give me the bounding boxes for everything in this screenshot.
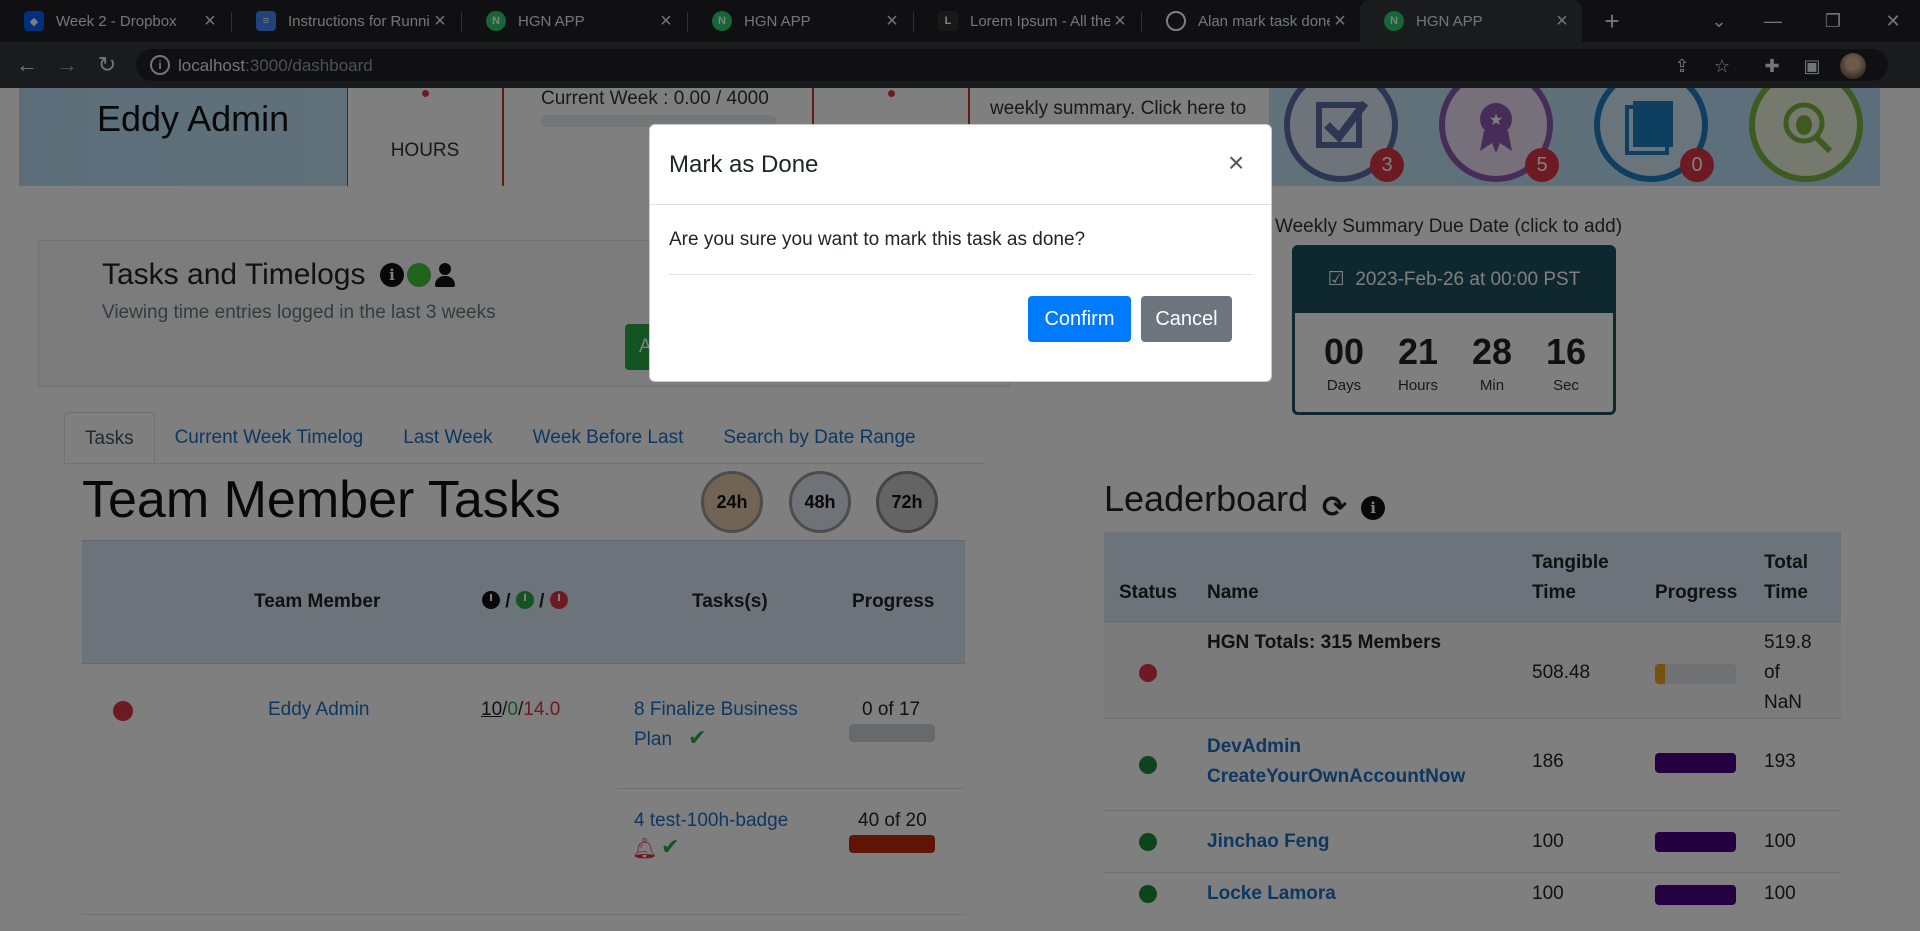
confirm-button[interactable]: Confirm (1028, 296, 1131, 342)
modal-message: Are you sure you want to mark this task … (669, 229, 1086, 250)
modal-header-divider (650, 204, 1271, 205)
mark-as-done-modal: Mark as Done × Are you sure you want to … (649, 124, 1272, 382)
modal-title: Mark as Done (669, 151, 819, 178)
cancel-button[interactable]: Cancel (1141, 296, 1232, 342)
modal-footer-divider (669, 274, 1254, 275)
close-icon[interactable]: × (1228, 147, 1244, 179)
modal-backdrop[interactable]: Mark as Done × Are you sure you want to … (0, 0, 1920, 931)
